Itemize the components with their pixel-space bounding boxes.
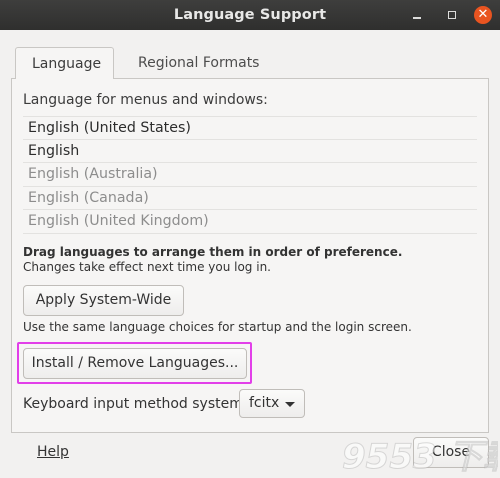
menus-language-label: Language for menus and windows: [23, 92, 268, 108]
keyboard-input-value: fcitx [249, 395, 280, 411]
minimize-button[interactable] [408, 6, 426, 24]
list-item[interactable]: English (United Kingdom) [23, 210, 477, 234]
drag-hint: Drag languages to arrange them in order … [23, 245, 403, 259]
login-hint: Changes take effect next time you log in… [23, 260, 271, 274]
list-item[interactable]: English [23, 140, 477, 163]
maximize-icon [448, 11, 456, 19]
watermark-logo: 9553 下载 [342, 437, 499, 478]
chevron-down-icon [285, 402, 295, 407]
window-close-button[interactable]: ✕ [474, 6, 492, 24]
watermark-text: 9553 下载 [342, 437, 498, 477]
title-bar: Language Support ✕ [0, 0, 500, 30]
help-link[interactable]: Help [37, 444, 69, 460]
close-icon: ✕ [477, 7, 489, 22]
install-remove-languages-button[interactable]: Install / Remove Languages... [23, 348, 247, 379]
minimize-icon [413, 17, 421, 19]
list-item[interactable]: English (Australia) [23, 163, 477, 187]
tab-language[interactable]: Language [15, 47, 114, 79]
list-item[interactable]: English (Canada) [23, 187, 477, 210]
keyboard-input-select[interactable]: fcitx [239, 389, 305, 418]
tab-regional-formats[interactable]: Regional Formats [122, 47, 275, 79]
apply-system-wide-button[interactable]: Apply System-Wide [23, 285, 184, 316]
list-item[interactable]: English (United States) [23, 116, 477, 140]
maximize-button[interactable] [443, 6, 461, 24]
language-list[interactable]: English (United States) English English … [23, 116, 477, 234]
startup-hint: Use the same language choices for startu… [23, 320, 412, 334]
keyboard-input-label: Keyboard input method system: [23, 396, 248, 412]
